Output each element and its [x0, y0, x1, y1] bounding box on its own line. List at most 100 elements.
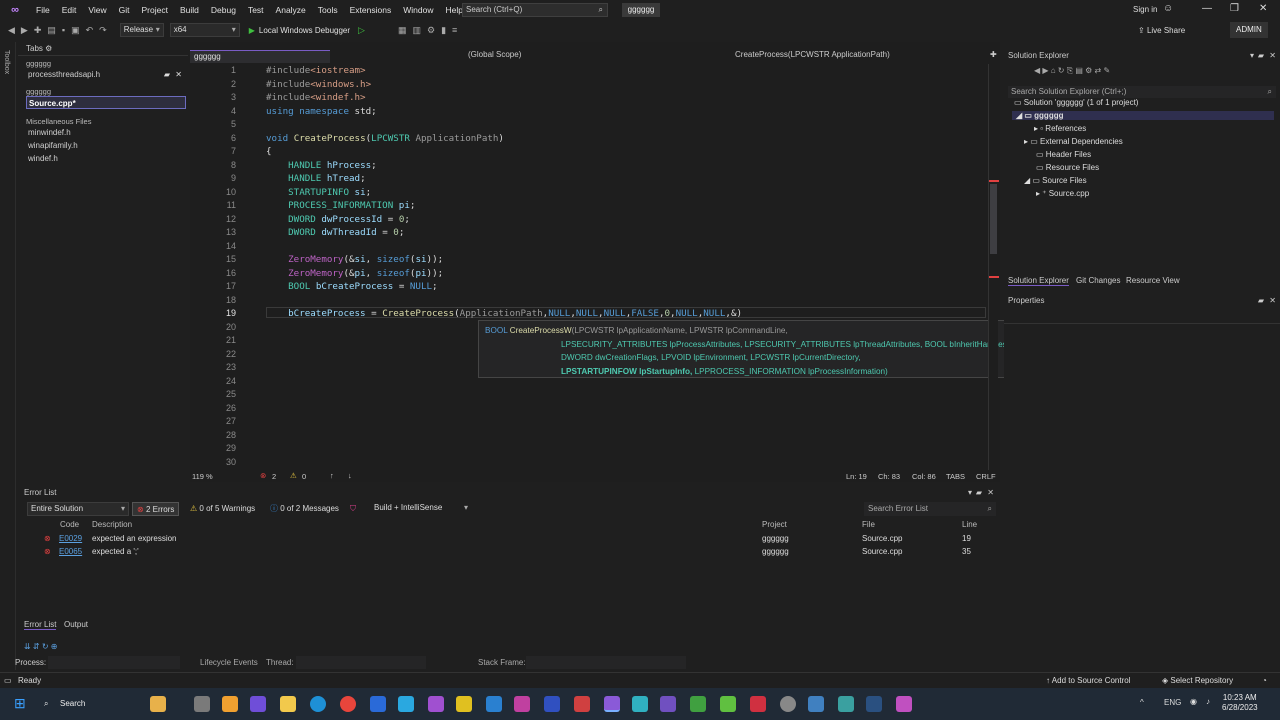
tab-git-changes[interactable]: Git Changes — [1076, 276, 1120, 285]
start-without-debugging-icon[interactable]: ▷ — [358, 25, 365, 36]
solution-name-badge[interactable]: gggggg — [622, 3, 660, 17]
bookmark-icon[interactable]: ▮ — [441, 25, 446, 36]
volume-icon[interactable]: ♪ — [1206, 697, 1210, 706]
app-icon-16[interactable] — [838, 696, 854, 712]
chrome-icon[interactable] — [340, 696, 356, 712]
teams-icon[interactable] — [250, 696, 266, 712]
tree-source-cpp[interactable]: ▸ ⁺ Source.cpp — [1036, 189, 1089, 198]
warnings-filter-button[interactable]: ⚠ 0 of 5 Warnings — [186, 502, 259, 516]
visual-studio-icon[interactable] — [604, 696, 620, 712]
column-header-code[interactable]: Code — [60, 520, 79, 529]
menu-git[interactable]: Git — [113, 5, 136, 15]
add-to-source-control-button[interactable]: ↑ Add to Source Control — [1046, 676, 1131, 685]
redo-icon[interactable]: ↷ — [99, 25, 107, 36]
code-area[interactable]: 1 2 3 4 5 6 7 8 9 10 11 12 13 14 15 16 17 18 19 20 21 22 23 24 2… — [190, 64, 987, 470]
tab-resource-view[interactable]: Resource View — [1126, 276, 1180, 285]
tab-item-source-cpp[interactable]: Source.cpp* — [26, 96, 186, 109]
visual-studio-logo-icon[interactable]: ∞ — [0, 4, 30, 16]
scrollbar-thumb[interactable] — [990, 184, 997, 254]
windows-start-icon[interactable]: ⊞ — [14, 695, 26, 712]
table-row[interactable]: ⊗ E0029 expected an expression gggggg So… — [18, 534, 998, 547]
app-icon-5[interactable] — [486, 696, 502, 712]
menu-file[interactable]: File — [30, 5, 56, 15]
close-tab-icon[interactable]: ✕ — [175, 68, 182, 81]
menu-debug[interactable]: Debug — [205, 5, 242, 15]
app-icon-15[interactable] — [808, 696, 824, 712]
tree-project[interactable]: ◢ ▭ gggggg — [1012, 111, 1274, 120]
split-icon[interactable]: ✚ — [990, 50, 997, 59]
widget-icon[interactable] — [150, 696, 166, 712]
tool-icon-1[interactable]: ▦ — [398, 25, 407, 36]
pin-icon[interactable]: ▰ — [164, 68, 170, 81]
tree-solution[interactable]: ▭ Solution 'gggggg' (1 of 1 project) — [1014, 98, 1138, 107]
app-icon-3[interactable] — [428, 696, 444, 712]
app-icon-8[interactable] — [574, 696, 590, 712]
start-debugger-button[interactable]: ▶ Local Windows Debugger — [249, 26, 350, 35]
pin-icon[interactable]: ▰ — [1258, 296, 1264, 305]
app-icon-9[interactable] — [632, 696, 648, 712]
line-ending[interactable]: CRLF — [976, 472, 996, 481]
tray-arrow-icon[interactable]: ^ — [1140, 698, 1144, 707]
function-scope-dropdown[interactable]: CreateProcess(LPCWSTR ApplicationPath) — [735, 50, 890, 59]
panel-dropdown-icon[interactable]: ▾ — [1250, 50, 1254, 62]
stack-frame-dropdown[interactable] — [526, 656, 686, 669]
editor-vertical-scrollbar[interactable] — [988, 64, 999, 470]
tab-output[interactable]: Output — [64, 620, 88, 629]
language-indicator[interactable]: ENG — [1164, 698, 1181, 707]
close-panel-icon[interactable]: ✕ — [987, 486, 994, 500]
messages-filter-button[interactable]: ⓘ 0 of 2 Messages — [266, 502, 343, 516]
telegram-icon[interactable] — [398, 696, 414, 712]
tool-icon-3[interactable]: ⚙ — [427, 25, 435, 36]
forward-icon[interactable]: ▶ — [21, 25, 28, 36]
menu-edit[interactable]: Edit — [56, 5, 83, 15]
close-icon[interactable]: ✕ — [1259, 3, 1267, 14]
tab-solution-explorer[interactable]: Solution Explorer — [1008, 276, 1069, 286]
tool-icon-2[interactable]: ▥ — [412, 25, 421, 36]
properties-object-dropdown[interactable] — [1004, 310, 1280, 324]
tab-item-minwindef[interactable]: minwindef.h — [18, 126, 188, 139]
column-header-line[interactable]: Line — [962, 520, 977, 529]
save-icon[interactable]: ▪ — [62, 25, 65, 35]
select-repository-button[interactable]: ◈ Select Repository — [1162, 676, 1233, 685]
tree-references[interactable]: ▸ ▫ References — [1034, 124, 1086, 133]
taskbar-clock[interactable]: 10:23 AM 6/28/2023 — [1222, 693, 1258, 713]
tree-header-files[interactable]: ▭ Header Files — [1036, 150, 1091, 159]
debug-location-icons[interactable]: ⇊ ⇵ ↻ ⊕ — [24, 642, 57, 651]
tab-error-list[interactable]: Error List — [24, 620, 57, 630]
menu-view[interactable]: View — [82, 5, 112, 15]
sign-in-link[interactable]: Sign in — [1133, 5, 1157, 14]
tree-resource-files[interactable]: ▭ Resource Files — [1036, 163, 1099, 172]
app-icon-1[interactable] — [222, 696, 238, 712]
thread-dropdown[interactable] — [296, 656, 426, 669]
save-all-icon[interactable]: ▣ — [71, 25, 80, 36]
error-count-icon[interactable]: ⊗ — [260, 471, 266, 480]
error-scope-dropdown[interactable]: Entire Solution — [27, 502, 129, 516]
tab-item-processthreadsapi[interactable]: processthreadsapi.h ▰ ✕ — [18, 68, 188, 81]
live-share-button[interactable]: ⇪ Live Share — [1138, 26, 1185, 35]
editor-file-tab[interactable]: gggggg — [190, 50, 330, 63]
app-icon-11[interactable] — [690, 696, 706, 712]
edge-icon[interactable] — [310, 696, 326, 712]
back-icon[interactable]: ◀ — [8, 25, 15, 36]
error-code-link[interactable]: E0029 — [59, 534, 82, 543]
nav-down-icon[interactable]: ↓ — [348, 471, 352, 480]
menu-analyze[interactable]: Analyze — [270, 5, 312, 15]
admin-badge[interactable]: ADMIN — [1230, 22, 1268, 38]
network-icon[interactable]: ◉ — [1190, 697, 1197, 706]
solution-toolbar-icons[interactable]: ◀ ▶ ⌂ ↻ ⎘ ▤ ⚙ ⇄ ✎ — [1034, 66, 1110, 76]
column-header-description[interactable]: Description — [92, 520, 132, 529]
restore-icon[interactable]: ❐ — [1230, 3, 1239, 14]
open-folder-icon[interactable]: ▤ — [47, 25, 56, 36]
warning-count-icon[interactable]: ⚠ — [290, 471, 297, 480]
menu-window[interactable]: Window — [397, 5, 439, 15]
menu-test[interactable]: Test — [242, 5, 270, 15]
error-search-input[interactable]: Search Error List ⌕ — [864, 502, 996, 516]
close-panel-icon[interactable]: ✕ — [1269, 296, 1276, 305]
task-view-icon[interactable] — [194, 696, 210, 712]
minimize-icon[interactable]: — — [1202, 3, 1212, 14]
tree-external-dependencies[interactable]: ▸ ▭ External Dependencies — [1024, 137, 1123, 146]
indent-mode[interactable]: TABS — [946, 472, 965, 481]
filter-icon[interactable]: ⛉ — [346, 502, 360, 516]
account-icon[interactable]: ☺ — [1163, 3, 1173, 14]
menu-build[interactable]: Build — [174, 5, 205, 15]
